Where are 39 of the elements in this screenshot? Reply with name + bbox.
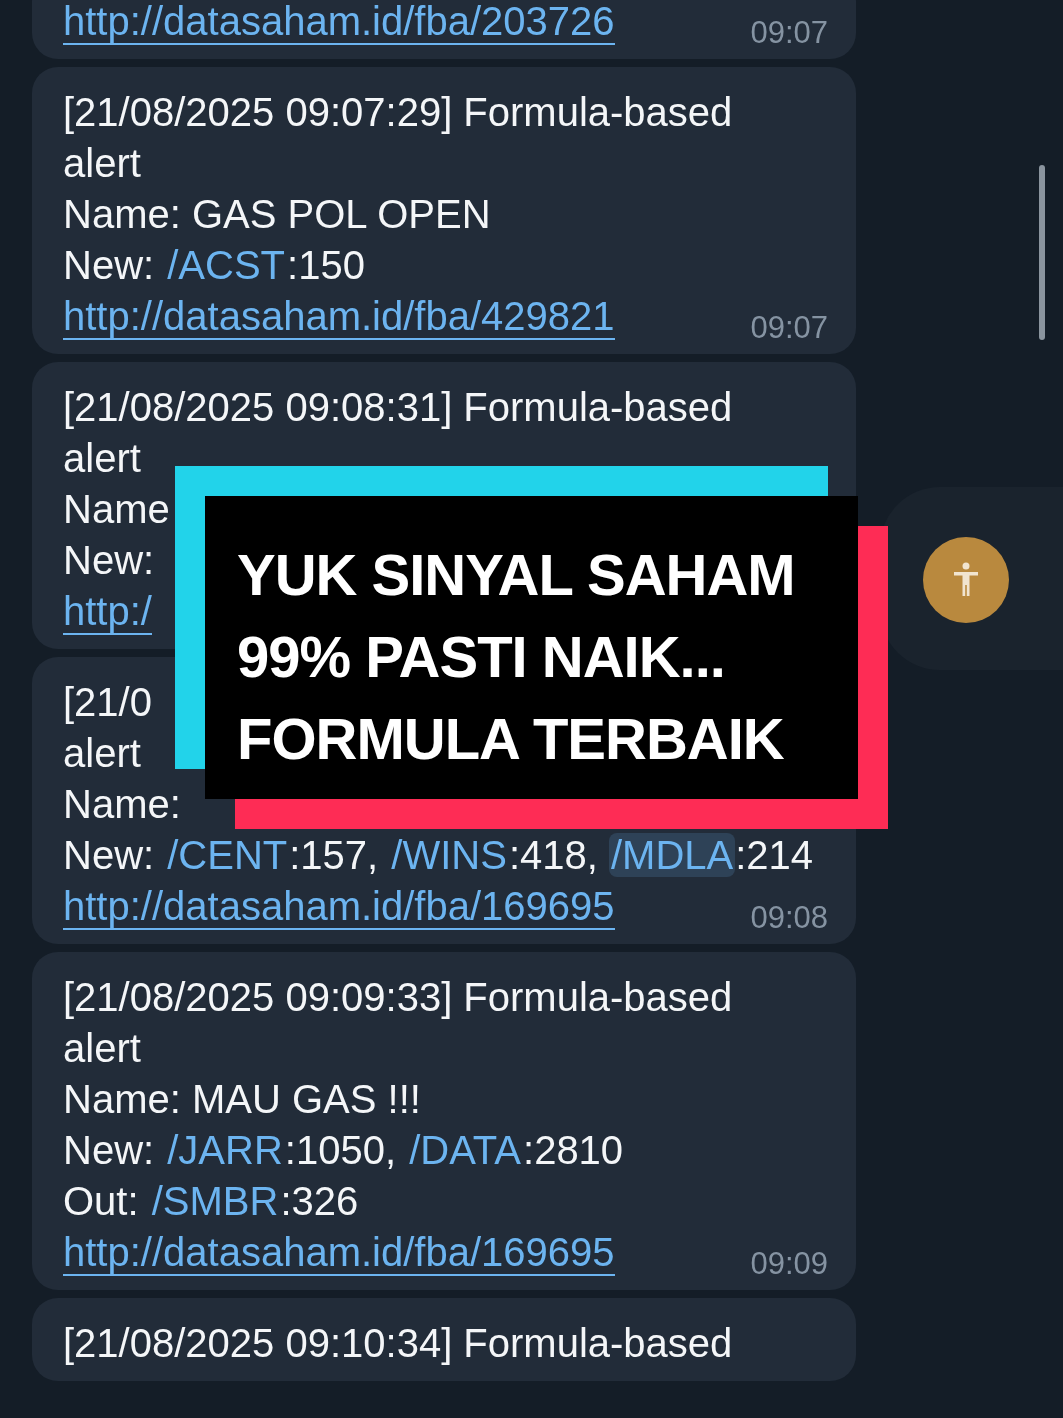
command-link[interactable]: /JARR (165, 1128, 285, 1172)
message-line: alert (63, 435, 141, 482)
message-time: 09:09 (749, 1246, 828, 1282)
message-line: [21/08/2025 09:09:33] Formula-based (63, 974, 733, 1021)
url-link[interactable]: http://datasaham.id/fba/203726 (63, 0, 615, 45)
message-line: New: (63, 537, 155, 584)
message-line: [21/08/2025 09:07:29] Formula-based (63, 89, 733, 136)
message-line: alert (63, 730, 141, 777)
command-link[interactable]: /MDLA (608, 833, 736, 877)
url-link[interactable]: http:/ (63, 589, 152, 635)
caption-text: 99% PASTI NAIK... (237, 623, 726, 691)
command-link[interactable]: /CENT (165, 833, 290, 877)
message-line: Out: /SMBR:326 (63, 1178, 359, 1225)
message-time: 09:08 (749, 900, 828, 936)
message-time: 09:07 (749, 15, 828, 51)
caption-text: FORMULA TERBAIK (237, 705, 785, 773)
message-time: 09:07 (749, 310, 828, 346)
message-line: Name: (63, 781, 181, 828)
command-link[interactable]: /SMBR (149, 1179, 281, 1223)
message-line: Name (63, 486, 170, 533)
message-line: Name: GAS POL OPEN (63, 191, 491, 238)
message-line: [21/08/2025 09:10:34] Formula-based (63, 1320, 733, 1367)
message-line: alert (63, 140, 141, 187)
message-line: New: /ACST:150 (63, 242, 365, 289)
scrollbar-thumb[interactable] (1039, 165, 1045, 340)
message-line: alert (63, 1025, 141, 1072)
command-link[interactable]: /WINS (389, 833, 509, 877)
caption-text: YUK SINYAL SAHAM (237, 541, 796, 609)
message-line: New: /JARR:1050, /DATA:2810 (63, 1127, 624, 1174)
message-line: Name: MAU GAS !!! (63, 1076, 421, 1123)
message-line: [21/08/2025 09:08:31] Formula-based (63, 384, 733, 431)
command-link[interactable]: /ACST (165, 243, 288, 287)
url-link[interactable]: http://datasaham.id/fba/169695 (63, 1230, 615, 1276)
url-link[interactable]: http://datasaham.id/fba/169695 (63, 884, 615, 930)
command-link[interactable]: /DATA (407, 1128, 523, 1172)
message-line: [21/0 (63, 679, 152, 726)
person-icon (953, 562, 979, 598)
message-line: New: /CENT:157, /WINS:418, /MDLA:214 (63, 832, 814, 879)
url-link[interactable]: http://datasaham.id/fba/429821 (63, 294, 615, 340)
